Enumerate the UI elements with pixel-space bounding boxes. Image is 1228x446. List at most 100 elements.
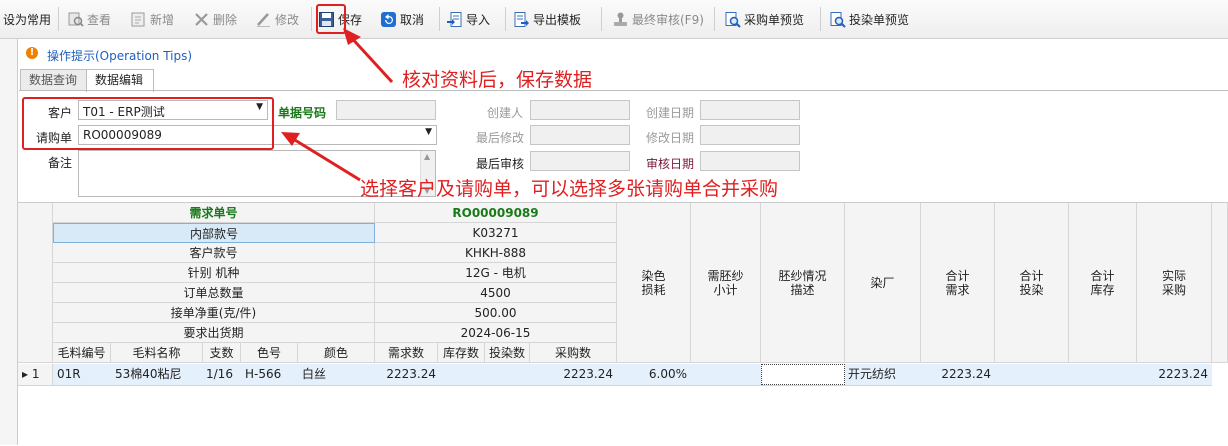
- export-template-button[interactable]: 导出模板: [513, 8, 581, 30]
- preview-icon: [830, 11, 846, 28]
- cell-dye-factory[interactable]: 开元纺织: [845, 364, 921, 385]
- import-button[interactable]: 导入: [446, 8, 490, 30]
- column-header[interactable]: 支数: [203, 343, 241, 363]
- toolbar-separator: [820, 7, 821, 31]
- set-common-label: 设为常用: [3, 12, 52, 27]
- info-label: 接单净重(克/件): [53, 303, 375, 323]
- cell-stock[interactable]: [438, 364, 485, 385]
- info-label: 需求单号: [53, 203, 375, 223]
- tab-divider: [19, 90, 1228, 91]
- chevron-down-icon: ▼: [425, 127, 432, 137]
- column-header[interactable]: 合计 需求: [921, 203, 995, 363]
- column-header[interactable]: 合计 库存: [1069, 203, 1137, 363]
- create-date-field[interactable]: [700, 100, 800, 120]
- column-header[interactable]: 染厂: [845, 203, 921, 363]
- view-button[interactable]: 查看: [67, 8, 111, 30]
- toolbar-separator: [505, 7, 506, 31]
- column-header[interactable]: 实际 采购: [1137, 203, 1212, 363]
- toolbar-separator: [714, 7, 715, 31]
- info-value: 12G - 电机: [375, 263, 617, 283]
- row-indicator[interactable]: ▸ 1: [18, 364, 53, 385]
- cell-count[interactable]: 1/16: [203, 364, 241, 385]
- modify-date-label: 修改日期: [646, 131, 695, 145]
- last-review-field[interactable]: [530, 151, 630, 171]
- purchase-preview-label: 采购单预览: [744, 12, 805, 27]
- column-header[interactable]: 胚纱情况 描述: [761, 203, 845, 363]
- cell-name[interactable]: 53棉40粘尼: [111, 364, 203, 385]
- add-button[interactable]: 新增: [130, 8, 174, 30]
- last-modify-label: 最后修改: [476, 131, 525, 145]
- doc-no-field[interactable]: [336, 100, 436, 120]
- toolbar: 设为常用 查看 新增 删除 修改 保存 取消 导入 导出模板 最终审核(F9) …: [0, 0, 1228, 39]
- info-label: 针别 机种: [53, 263, 375, 283]
- save-annotation: 核对资料后，保存数据: [402, 69, 593, 91]
- modify-date-field[interactable]: [700, 125, 800, 145]
- cell-color-no[interactable]: H-566: [241, 364, 298, 385]
- cell-dye[interactable]: [485, 364, 530, 385]
- highlight-box: [316, 4, 346, 34]
- cell-purchase[interactable]: 2223.24: [530, 364, 617, 385]
- delete-button[interactable]: 删除: [193, 8, 237, 30]
- data-grid: 需求单号 RO00009089 内部款号 K03271 客户款号 KHKH-88…: [18, 202, 1228, 446]
- cell-total-dye[interactable]: [995, 364, 1069, 385]
- toolbar-separator: [58, 7, 59, 31]
- cancel-label: 取消: [400, 12, 425, 27]
- modify-button[interactable]: 修改: [255, 8, 299, 30]
- left-panel-strip[interactable]: [0, 39, 18, 445]
- column-header[interactable]: 合计 投染: [995, 203, 1069, 363]
- column-header[interactable]: 投染数: [485, 343, 530, 363]
- add-label: 新增: [150, 12, 175, 27]
- creator-label: 创建人: [487, 106, 524, 120]
- last-modify-field[interactable]: [530, 125, 630, 145]
- dye-preview-label: 投染单预览: [849, 12, 910, 27]
- cell-actual-purchase[interactable]: 2223.24: [1137, 364, 1212, 385]
- modify-label: 修改: [275, 12, 300, 27]
- remark-label: 备注: [48, 156, 73, 170]
- cell-code[interactable]: 01R: [53, 364, 111, 385]
- column-header[interactable]: 毛料编号: [53, 343, 111, 363]
- header-filler: [1212, 203, 1228, 363]
- cell-greige-desc[interactable]: [761, 364, 845, 385]
- column-header[interactable]: 颜色: [298, 343, 375, 363]
- export-icon: [514, 11, 529, 27]
- doc-no-label: 单据号码: [278, 106, 327, 120]
- review-date-field[interactable]: [700, 151, 800, 171]
- cell-greige-subtotal[interactable]: [691, 364, 761, 385]
- cell-loss[interactable]: 6.00%: [617, 364, 691, 385]
- column-header[interactable]: 需求数: [375, 343, 438, 363]
- tab-data-query[interactable]: 数据查询: [20, 69, 88, 91]
- info-value: 500.00: [375, 303, 617, 323]
- purchase-preview-button[interactable]: 采购单预览: [724, 8, 804, 30]
- table-row[interactable]: ▸ 1 01R 53棉40粘尼 1/16 H-566 白丝 2223.24 22…: [18, 364, 1212, 386]
- create-date-label: 创建日期: [646, 106, 695, 120]
- dye-preview-button[interactable]: 投染单预览: [829, 8, 909, 30]
- cell-total-demand[interactable]: 2223.24: [921, 364, 995, 385]
- column-header[interactable]: 需胚纱 小计: [691, 203, 761, 363]
- highlight-box: [22, 97, 274, 150]
- column-header[interactable]: 染色 损耗: [617, 203, 691, 363]
- info-label[interactable]: 内部款号: [53, 223, 375, 243]
- row-header-corner: [18, 203, 53, 363]
- cell-demand[interactable]: 2223.24: [375, 364, 438, 385]
- cell-total-stock[interactable]: [1069, 364, 1137, 385]
- column-header[interactable]: 采购数: [530, 343, 617, 363]
- operation-tips-link[interactable]: 操作提示(Operation Tips): [47, 47, 192, 64]
- set-common-button[interactable]: 设为常用: [3, 8, 51, 30]
- cancel-button[interactable]: 取消: [380, 8, 424, 30]
- preview-icon: [725, 11, 741, 28]
- cell-color[interactable]: 白丝: [298, 364, 375, 385]
- toolbar-separator: [439, 7, 440, 31]
- column-header[interactable]: 毛料名称: [111, 343, 203, 363]
- stamp-icon: [614, 12, 627, 26]
- creator-field[interactable]: [530, 100, 630, 120]
- tab-data-edit[interactable]: 数据编辑: [86, 69, 154, 92]
- view-label: 查看: [87, 12, 112, 27]
- toolbar-separator: [601, 7, 602, 31]
- column-header[interactable]: 色号: [241, 343, 298, 363]
- final-review-button[interactable]: 最终审核(F9): [612, 8, 704, 30]
- column-header[interactable]: 库存数: [438, 343, 485, 363]
- import-icon: [447, 11, 462, 27]
- info-label: 客户款号: [53, 243, 375, 263]
- info-value: 2024-06-15: [375, 323, 617, 343]
- delete-icon: [195, 12, 208, 26]
